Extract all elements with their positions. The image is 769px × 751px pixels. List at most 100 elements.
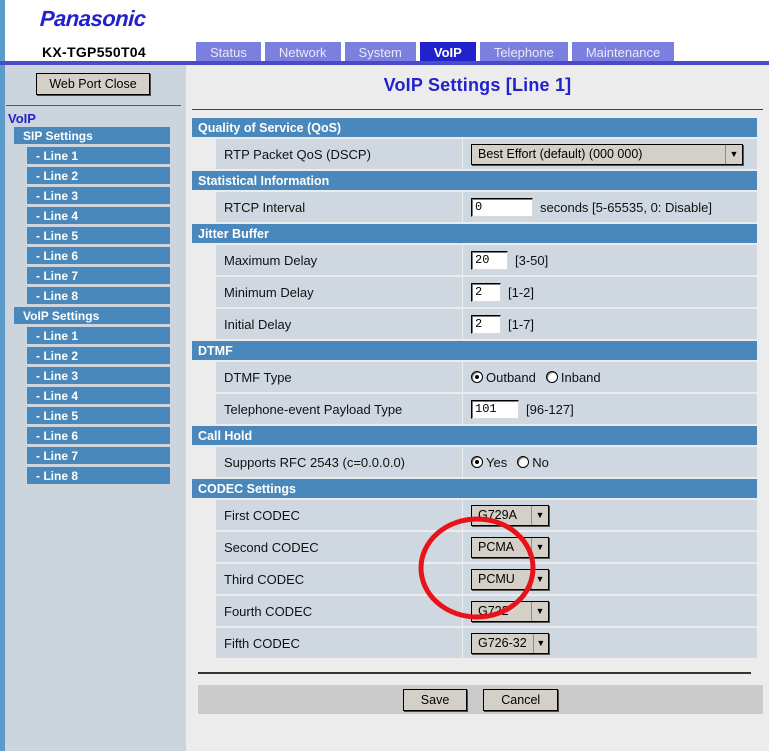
cancel-button[interactable]: Cancel: [483, 688, 559, 711]
section-header-qos: Quality of Service (QoS): [192, 118, 757, 137]
sidebar-item-sip-line-6[interactable]: - Line 6: [27, 247, 170, 264]
sidebar-item-voip-line-8[interactable]: - Line 8: [27, 467, 170, 484]
value-third-codec: PCMU ▼: [463, 564, 757, 594]
label-first-codec: First CODEC: [216, 500, 462, 530]
page-title: VoIP Settings [Line 1]: [383, 75, 572, 95]
dtmf-type-option-outband[interactable]: Outband: [471, 370, 536, 385]
row-fourth-codec: Fourth CODEC G722 ▼: [192, 596, 757, 626]
row-dtmf-type: DTMF Type Outband Inband: [192, 362, 757, 392]
rtp-packet-qos-selected-value: Best Effort (default) (000 000): [478, 147, 643, 161]
hint-initial-delay: [1-7]: [508, 316, 535, 332]
row-supports-rfc-2543: Supports RFC 2543 (c=0.0.0.0) Yes No: [192, 447, 757, 477]
tab-telephone[interactable]: Telephone: [479, 42, 568, 62]
radio-unselected-icon[interactable]: [545, 371, 558, 383]
radio-selected-icon[interactable]: [471, 371, 483, 383]
section-header-call-hold: Call Hold: [192, 426, 757, 445]
value-rtcp-interval: seconds [5-65535, 0: Disable]: [463, 192, 757, 222]
label-third-codec: Third CODEC: [216, 564, 462, 594]
supports-rfc-2543-option-no-label: No: [532, 454, 549, 470]
sidebar-item-voip-line-1[interactable]: - Line 1: [27, 327, 170, 344]
second-codec-selected-value: PCMA: [478, 540, 515, 554]
row-fifth-codec: Fifth CODEC G726-32 ▼: [192, 628, 757, 658]
browser-page: Panasonic KX-TGP550T04 Status Network Sy…: [0, 0, 769, 751]
tab-status[interactable]: Status: [196, 42, 261, 62]
sidebar-group-voip-settings[interactable]: VoIP Settings: [14, 307, 170, 324]
sidebar-item-sip-line-8[interactable]: - Line 8: [27, 287, 170, 304]
fourth-codec-select[interactable]: G722 ▼: [471, 600, 549, 622]
page-header: Panasonic KX-TGP550T04 Status Network Sy…: [0, 0, 769, 62]
sidebar-item-sip-line-7[interactable]: - Line 7: [27, 267, 170, 284]
sidebar-item-sip-line-5[interactable]: - Line 5: [27, 227, 170, 244]
dtmf-type-option-outband-label: Outband: [486, 369, 536, 385]
first-codec-select[interactable]: G729A ▼: [471, 504, 549, 526]
device-model-label: KX-TGP550T04: [42, 44, 146, 60]
section-header-dtmf: DTMF: [192, 341, 757, 360]
save-button[interactable]: Save: [402, 688, 468, 711]
tab-voip[interactable]: VoIP: [419, 42, 476, 62]
sidebar: Web Port Close VoIP SIP Settings - Line …: [0, 65, 186, 751]
label-rtcp-interval: RTCP Interval: [216, 192, 462, 222]
maximum-delay-input[interactable]: [471, 250, 508, 270]
sidebar-item-voip-line-4[interactable]: - Line 4: [27, 387, 170, 404]
form-action-bar: Save Cancel: [198, 685, 763, 714]
sidebar-group-sip-settings[interactable]: SIP Settings: [14, 127, 170, 144]
label-fourth-codec: Fourth CODEC: [216, 596, 462, 626]
second-codec-select[interactable]: PCMA ▼: [471, 536, 549, 558]
sidebar-item-voip-line-6[interactable]: - Line 6: [27, 427, 170, 444]
label-fifth-codec: Fifth CODEC: [216, 628, 462, 658]
rtcp-interval-input[interactable]: [471, 197, 533, 217]
radio-selected-icon[interactable]: [471, 456, 483, 468]
tab-system[interactable]: System: [344, 42, 416, 62]
panasonic-logo: Panasonic: [39, 6, 147, 31]
supports-rfc-2543-option-yes[interactable]: Yes: [471, 455, 507, 470]
label-second-codec: Second CODEC: [216, 532, 462, 562]
tab-maintenance[interactable]: Maintenance: [571, 42, 675, 62]
sidebar-divider: [6, 105, 181, 106]
supports-rfc-2543-option-yes-label: Yes: [486, 454, 508, 470]
dtmf-type-radio-group: Outband Inband: [471, 370, 601, 385]
hint-minimum-delay: [1-2]: [508, 284, 535, 300]
fifth-codec-select[interactable]: G726-32 ▼: [471, 632, 549, 654]
sidebar-item-sip-line-1[interactable]: - Line 1: [27, 147, 170, 164]
voip-settings-form: Quality of Service (QoS) RTP Packet QoS …: [192, 118, 763, 714]
chevron-down-icon: ▼: [531, 601, 548, 621]
value-first-codec: G729A ▼: [463, 500, 757, 530]
value-fifth-codec: G726-32 ▼: [463, 628, 757, 658]
label-dtmf-type: DTMF Type: [216, 362, 462, 392]
tab-network[interactable]: Network: [264, 42, 341, 62]
hint-rtcp-interval: seconds [5-65535, 0: Disable]: [540, 199, 712, 215]
sidebar-item-sip-line-4[interactable]: - Line 4: [27, 207, 170, 224]
sidebar-item-voip-line-5[interactable]: - Line 5: [27, 407, 170, 424]
sidebar-item-sip-line-3[interactable]: - Line 3: [27, 187, 170, 204]
row-first-codec: First CODEC G729A ▼: [192, 500, 757, 530]
dtmf-type-option-inband[interactable]: Inband: [545, 370, 601, 385]
label-minimum-delay: Minimum Delay: [216, 277, 462, 307]
sidebar-item-voip-line-2[interactable]: - Line 2: [27, 347, 170, 364]
section-header-codec-settings: CODEC Settings: [192, 479, 757, 498]
left-edge-accent-strip: [0, 0, 5, 61]
third-codec-select[interactable]: PCMU ▼: [471, 568, 549, 590]
fifth-codec-selected-value: G726-32: [478, 636, 527, 650]
sidebar-section-title: VoIP: [8, 111, 36, 126]
row-minimum-delay: Minimum Delay [1-2]: [192, 277, 757, 307]
section-header-statistical-information: Statistical Information: [192, 171, 757, 190]
label-maximum-delay: Maximum Delay: [216, 245, 462, 275]
web-port-close-button[interactable]: Web Port Close: [36, 73, 150, 95]
supports-rfc-2543-option-no[interactable]: No: [517, 455, 549, 470]
web-port-close-container: Web Port Close: [0, 65, 186, 103]
value-initial-delay: [1-7]: [463, 309, 757, 339]
value-second-codec: PCMA ▼: [463, 532, 757, 562]
sidebar-item-sip-line-2[interactable]: - Line 2: [27, 167, 170, 184]
footer-divider: [198, 672, 751, 674]
sidebar-item-voip-line-7[interactable]: - Line 7: [27, 447, 170, 464]
telephone-event-payload-type-input[interactable]: [471, 399, 519, 419]
minimum-delay-input[interactable]: [471, 282, 501, 302]
initial-delay-input[interactable]: [471, 314, 501, 334]
sidebar-item-voip-line-3[interactable]: - Line 3: [27, 367, 170, 384]
fourth-codec-selected-value: G722: [478, 604, 509, 618]
chevron-down-icon: ▼: [531, 537, 548, 557]
radio-unselected-icon[interactable]: [517, 456, 530, 468]
rtp-packet-qos-select[interactable]: Best Effort (default) (000 000) ▼: [471, 143, 743, 165]
label-telephone-event-payload-type: Telephone-event Payload Type: [216, 394, 462, 424]
title-divider: [192, 109, 763, 110]
